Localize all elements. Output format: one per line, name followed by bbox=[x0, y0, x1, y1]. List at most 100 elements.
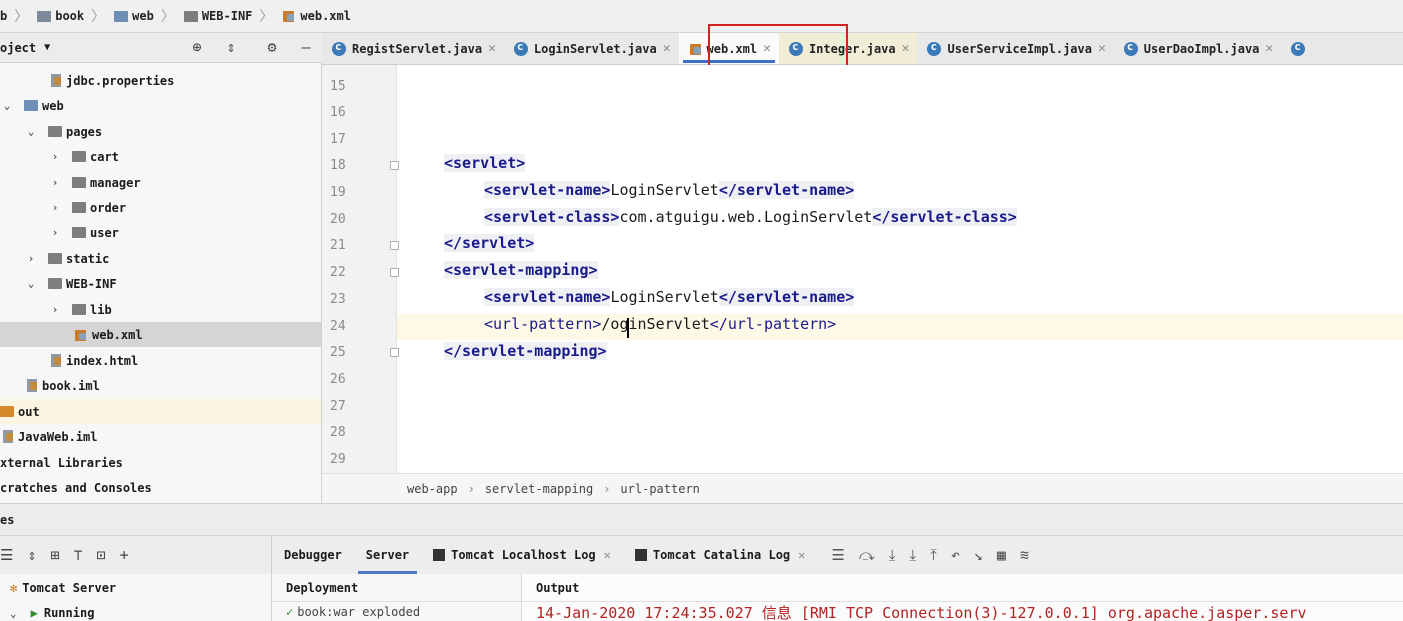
tree-item-external-libraries[interactable]: xternal Libraries bbox=[0, 450, 321, 475]
expand-all-icon[interactable]: ☰ bbox=[0, 546, 13, 564]
tree-item-label: index.html bbox=[66, 353, 139, 368]
tab-webxml[interactable]: web.xml ✕ bbox=[678, 33, 779, 64]
xml-file-icon bbox=[282, 9, 296, 23]
fold-marker-icon[interactable] bbox=[390, 348, 399, 357]
fold-marker-icon[interactable] bbox=[390, 241, 399, 250]
fold-marker-icon[interactable] bbox=[390, 161, 399, 170]
force-step-into-icon[interactable]: ⤓ bbox=[910, 546, 917, 564]
folder-icon bbox=[72, 227, 86, 238]
chevron-right-icon[interactable]: › bbox=[48, 176, 62, 189]
tab-tomcat-localhost-log[interactable]: Tomcat Localhost Log ✕ bbox=[421, 536, 623, 574]
deployment-item[interactable]: ✓ book:war exploded bbox=[272, 602, 521, 621]
chevron-right-icon[interactable]: › bbox=[48, 201, 62, 214]
fold-marker-icon[interactable] bbox=[390, 268, 399, 277]
tree-item-book-iml[interactable]: book.iml bbox=[0, 373, 321, 398]
step-out-icon[interactable]: ⤒ bbox=[930, 546, 937, 564]
tree-item-index-html[interactable]: index.html bbox=[0, 348, 321, 373]
excluded-folder-icon bbox=[0, 406, 14, 417]
group-icon[interactable]: ⊞ bbox=[50, 546, 59, 564]
chevron-down-icon[interactable]: ⌄ bbox=[0, 99, 14, 112]
target-icon[interactable]: ⊕ bbox=[187, 38, 207, 56]
tab-userdaoimpl[interactable]: UserDaoImpl.java ✕ bbox=[1114, 33, 1281, 64]
chevron-right-icon[interactable]: › bbox=[48, 303, 62, 316]
chevron-right-icon[interactable]: › bbox=[48, 226, 62, 239]
editor-crumb-web-app[interactable]: web-app bbox=[407, 482, 458, 496]
tree-item-order[interactable]: › order bbox=[0, 195, 321, 220]
properties-file-icon bbox=[50, 73, 63, 88]
filter-icon[interactable]: ⊤ bbox=[74, 546, 83, 564]
menu-icon[interactable]: ☰ bbox=[831, 546, 844, 564]
tab-server[interactable]: Server bbox=[354, 536, 421, 574]
close-icon[interactable]: ✕ bbox=[902, 41, 910, 56]
chevron-right-icon[interactable]: › bbox=[24, 252, 38, 265]
crumb-root[interactable]: b 〉 bbox=[0, 6, 33, 26]
step-into-icon[interactable]: ⤓ bbox=[889, 546, 896, 564]
tree-item-running[interactable]: ⌄ ▶ Running bbox=[10, 602, 94, 621]
minimize-icon[interactable]: — bbox=[296, 38, 316, 56]
close-icon[interactable]: ✕ bbox=[763, 41, 771, 56]
tree-item-scratches[interactable]: cratches and Consoles bbox=[0, 475, 321, 500]
drop-frame-icon[interactable]: ↶ bbox=[951, 546, 960, 564]
line-number: 26 bbox=[330, 372, 346, 387]
collapse-icon[interactable]: ⇕ bbox=[221, 38, 241, 56]
step-over-icon[interactable]: ⤼ bbox=[859, 546, 875, 564]
close-icon[interactable]: ✕ bbox=[488, 41, 496, 56]
gear-icon[interactable]: ⚙ bbox=[262, 38, 282, 56]
chevron-down-icon[interactable]: ▼ bbox=[44, 42, 50, 53]
folder-icon bbox=[72, 177, 86, 188]
tree-item-static[interactable]: › static bbox=[0, 246, 321, 271]
close-icon[interactable]: ✕ bbox=[798, 548, 805, 562]
tree-item-jdbc-properties[interactable]: jdbc.properties bbox=[0, 68, 321, 93]
line-number: 24 bbox=[330, 319, 346, 334]
chevron-right-icon[interactable]: › bbox=[48, 150, 62, 163]
chevron-down-icon[interactable]: ⌄ bbox=[24, 277, 38, 290]
tree-item-pages[interactable]: ⌄ pages bbox=[0, 119, 321, 144]
tab-label: LoginServlet.java bbox=[533, 41, 657, 56]
tab-debugger[interactable]: Debugger bbox=[272, 536, 354, 574]
tab-registservlet[interactable]: RegistServlet.java ✕ bbox=[322, 33, 504, 64]
xml-tag: <servlet-mapping> bbox=[444, 261, 598, 279]
chevron-down-icon[interactable]: ⌄ bbox=[10, 607, 17, 620]
crumb-webinf[interactable]: WEB-INF 〉 bbox=[183, 6, 279, 26]
xml-text: com.atguigu.web.LoginServlet bbox=[619, 208, 873, 226]
close-icon[interactable]: ✕ bbox=[1098, 41, 1106, 56]
tab-overflow[interactable] bbox=[1281, 33, 1319, 64]
code-editor[interactable]: 15 16 17 18 19 20 21 22 23 24 25 26 27 2… bbox=[322, 65, 1403, 473]
tree-item-lib[interactable]: › lib bbox=[0, 297, 321, 322]
services-panel-header: es bbox=[0, 503, 1403, 536]
run-to-cursor-icon[interactable]: ↘ bbox=[974, 546, 983, 564]
editor-crumb-url-pattern[interactable]: url-pattern bbox=[620, 482, 699, 496]
tab-integer[interactable]: Integer.java ✕ bbox=[778, 33, 918, 64]
project-view-selector[interactable]: oject bbox=[0, 41, 36, 55]
tree-item-out[interactable]: out bbox=[0, 399, 321, 424]
collapse-all-icon[interactable]: ⇕ bbox=[27, 546, 36, 564]
tree-item-web-inf[interactable]: ⌄ WEB-INF bbox=[0, 271, 321, 296]
tree-item-web-xml[interactable]: web.xml bbox=[0, 322, 321, 347]
close-icon[interactable]: ✕ bbox=[1265, 41, 1273, 56]
tab-userserviceimpl[interactable]: UserServiceImpl.java ✕ bbox=[917, 33, 1113, 64]
close-icon[interactable]: ✕ bbox=[663, 41, 671, 56]
crumb-root-label: b bbox=[0, 9, 8, 23]
crumb-web[interactable]: web 〉 bbox=[114, 6, 180, 26]
crumb-webxml[interactable]: web.xml bbox=[282, 9, 351, 23]
add-icon[interactable]: + bbox=[120, 546, 129, 564]
tab-loginservlet[interactable]: LoginServlet.java ✕ bbox=[504, 33, 679, 64]
folder-icon bbox=[72, 151, 86, 162]
tree-item-tomcat-server[interactable]: ✻ Tomcat Server bbox=[10, 577, 116, 599]
tree-item-javaweb-iml[interactable]: JavaWeb.iml bbox=[0, 424, 321, 449]
tree-item-web[interactable]: ⌄ web bbox=[0, 93, 321, 118]
trace-icon[interactable]: ≋ bbox=[1020, 546, 1029, 564]
tab-tomcat-catalina-log[interactable]: Tomcat Catalina Log ✕ bbox=[623, 536, 818, 574]
editor-crumb-servlet-mapping[interactable]: servlet-mapping bbox=[485, 482, 593, 496]
tree-item-user[interactable]: › user bbox=[0, 220, 321, 245]
tree-item-manager[interactable]: › manager bbox=[0, 170, 321, 195]
new-tab-icon[interactable]: ⊡ bbox=[97, 546, 106, 564]
evaluate-icon[interactable]: ▦ bbox=[997, 546, 1006, 564]
xml-tag: <servlet-name> bbox=[484, 288, 611, 306]
chevron-down-icon[interactable]: ⌄ bbox=[24, 125, 38, 138]
tree-item-cart[interactable]: › cart bbox=[0, 144, 321, 169]
tree-item-label: pages bbox=[66, 124, 103, 139]
crumb-book[interactable]: book 〉 bbox=[37, 6, 110, 26]
tomcat-icon: ✻ bbox=[10, 581, 18, 595]
close-icon[interactable]: ✕ bbox=[604, 548, 611, 562]
